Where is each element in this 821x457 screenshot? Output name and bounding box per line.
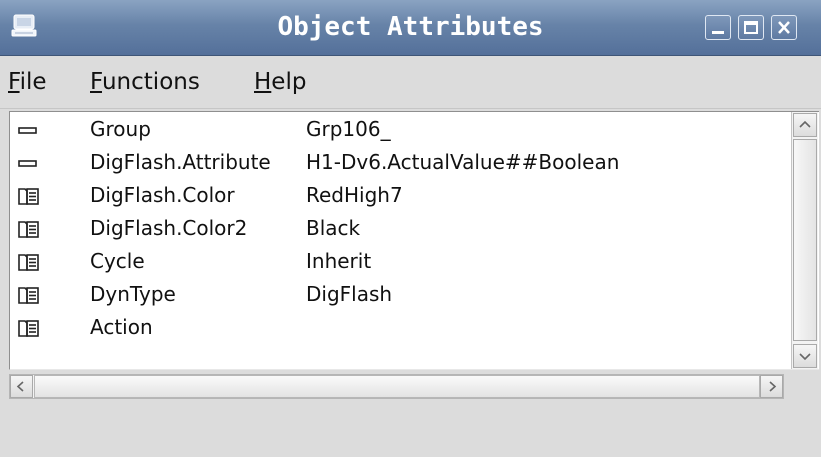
minimize-icon (712, 31, 724, 34)
menu-functions-label: unctions (101, 69, 200, 95)
vertical-scrollbar[interactable] (791, 112, 818, 369)
menu-file-mnemonic: F (8, 69, 20, 95)
close-button[interactable] (771, 15, 797, 40)
folder-icon (17, 251, 41, 273)
title-bar[interactable]: Object Attributes (0, 0, 821, 56)
maximize-button[interactable] (738, 15, 764, 40)
dash-icon (17, 119, 41, 141)
attribute-row-group[interactable]: Group Grp106_ (10, 113, 790, 146)
folder-icon (17, 218, 41, 240)
scroll-down-button[interactable] (793, 344, 817, 368)
attribute-name: Cycle (90, 249, 145, 273)
scroll-up-button[interactable] (793, 113, 817, 137)
window-title: Object Attributes (277, 12, 544, 42)
arrow-down-icon (799, 353, 811, 361)
bottom-pane (0, 418, 821, 457)
pane-splitter-grip[interactable] (394, 408, 454, 422)
menu-help-label: elp (271, 69, 307, 95)
horizontal-scroll-thumb[interactable] (34, 375, 760, 398)
menu-file[interactable]: File (8, 56, 47, 108)
menu-functions-mnemonic: F (90, 69, 102, 95)
folder-icon (17, 284, 41, 306)
folder-icon (17, 185, 41, 207)
menu-help-mnemonic: H (254, 69, 272, 95)
dash-icon (17, 152, 41, 174)
attribute-name: Group (90, 117, 151, 141)
attribute-value: Black (306, 216, 361, 240)
attribute-value: Inherit (306, 249, 372, 273)
menu-functions[interactable]: Functions (90, 56, 200, 108)
maximize-icon (744, 21, 758, 34)
attribute-row-action[interactable]: Action (10, 311, 790, 344)
attribute-row-dyntype[interactable]: DynType DigFlash (10, 278, 790, 311)
attribute-name: DigFlash.Color2 (90, 216, 248, 240)
arrow-up-icon (799, 120, 811, 128)
menu-help[interactable]: Help (254, 56, 306, 108)
attribute-list[interactable]: Group Grp106_ DigFlash.Attribute H1-Dv6.… (9, 111, 819, 370)
arrow-left-icon (16, 381, 24, 392)
minimize-button[interactable] (705, 15, 731, 40)
attribute-value: DigFlash (306, 282, 393, 306)
menu-file-label: ile (19, 69, 47, 95)
attribute-row-digflash-color[interactable]: DigFlash.Color RedHigh7 (10, 179, 790, 212)
scroll-left-button[interactable] (10, 375, 33, 398)
attribute-row-cycle[interactable]: Cycle Inherit (10, 245, 790, 278)
attribute-value: H1-Dv6.ActualValue##Boolean (306, 150, 620, 174)
attribute-name: DigFlash.Attribute (90, 150, 271, 174)
attribute-row-digflash-attribute[interactable]: DigFlash.Attribute H1-Dv6.ActualValue##B… (10, 146, 790, 179)
arrow-right-icon (769, 381, 777, 392)
attribute-name: DigFlash.Color (90, 183, 235, 207)
scroll-right-button[interactable] (760, 375, 783, 398)
attribute-row-digflash-color2[interactable]: DigFlash.Color2 Black (10, 212, 790, 245)
attribute-name: Action (90, 315, 153, 339)
vertical-scroll-thumb[interactable] (793, 139, 817, 341)
attribute-name: DynType (90, 282, 176, 306)
attribute-value: RedHigh7 (306, 183, 403, 207)
object-attributes-window: Object Attributes File Functions Help Gr… (0, 0, 821, 457)
horizontal-scrollbar[interactable] (9, 374, 784, 399)
folder-icon (17, 317, 41, 339)
attribute-value: Grp106_ (306, 117, 391, 141)
close-icon (778, 21, 790, 34)
menu-bar: File Functions Help (0, 56, 821, 109)
